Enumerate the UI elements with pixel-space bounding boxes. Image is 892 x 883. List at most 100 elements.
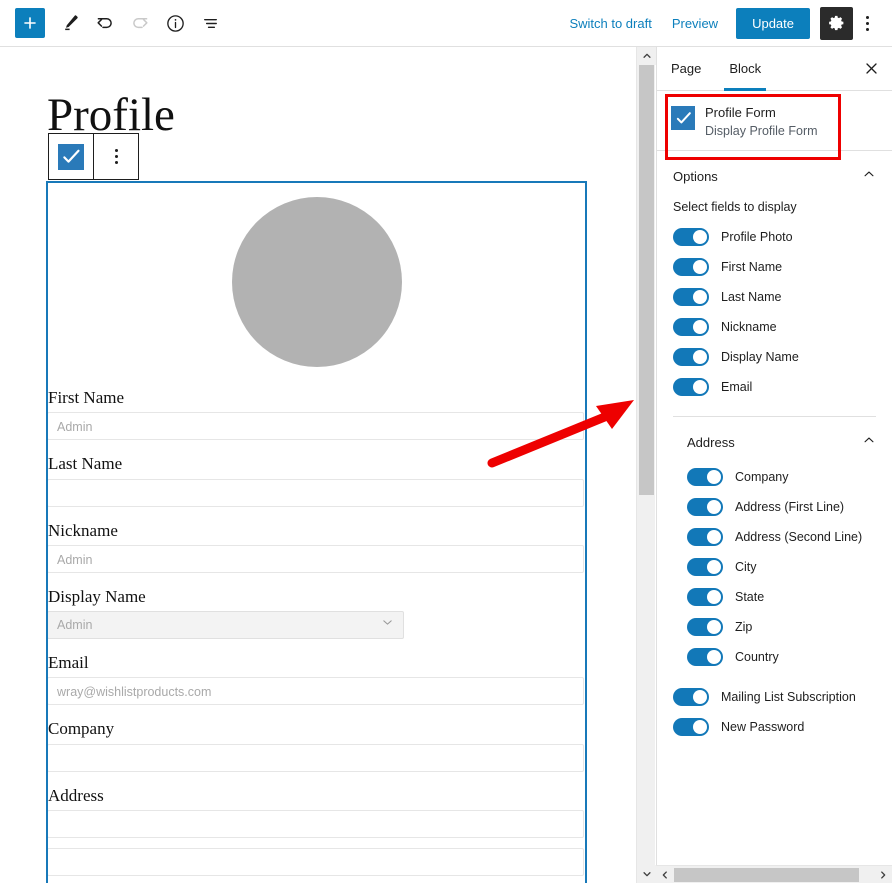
- toggle-address-first-line[interactable]: Address (First Line): [657, 492, 892, 522]
- selected-block-card: Profile Form Display Profile Form: [657, 91, 892, 151]
- toggle-company[interactable]: Company: [657, 462, 892, 492]
- editor-vertical-scrollbar[interactable]: [636, 47, 656, 883]
- toggle-switch[interactable]: [687, 648, 723, 666]
- info-icon[interactable]: [159, 7, 191, 39]
- profile-form-fields: First Name Admin Last Name Nickname Admi…: [48, 387, 585, 876]
- switch-to-draft-button[interactable]: Switch to draft: [559, 10, 661, 37]
- company-input[interactable]: [48, 743, 584, 772]
- scroll-down-icon[interactable]: [637, 865, 656, 883]
- scrollbar-thumb[interactable]: [674, 868, 859, 882]
- editor-window: Switch to draft Preview Update Profile F…: [0, 0, 892, 883]
- profile-photo-placeholder[interactable]: [231, 197, 402, 367]
- field-label: First Name: [48, 388, 125, 407]
- toggle-switch[interactable]: [673, 258, 709, 276]
- address-panel-header[interactable]: Address: [657, 417, 892, 462]
- edit-pencil-icon[interactable]: [54, 7, 86, 39]
- tab-block[interactable]: Block: [715, 47, 775, 91]
- toggle-label: Zip: [735, 620, 753, 634]
- toggle-switch[interactable]: [687, 558, 723, 576]
- field-label: Nickname: [48, 520, 118, 540]
- toggle-switch[interactable]: [687, 498, 723, 516]
- address-second-line-input[interactable]: [48, 847, 584, 876]
- close-icon[interactable]: [856, 54, 886, 84]
- toggle-label: Email: [721, 380, 753, 394]
- update-button[interactable]: Update: [736, 7, 810, 39]
- wishlist-check-icon: [671, 106, 695, 130]
- toggle-first-name[interactable]: First Name: [657, 252, 892, 282]
- toggle-state[interactable]: State: [657, 582, 892, 612]
- toggle-display-name[interactable]: Display Name: [657, 342, 892, 372]
- add-block-icon[interactable]: [15, 8, 45, 38]
- preview-button[interactable]: Preview: [662, 10, 728, 37]
- toggle-nickname[interactable]: Nickname: [657, 312, 892, 342]
- wishlist-check-icon[interactable]: [49, 134, 93, 179]
- undo-icon[interactable]: [89, 7, 121, 39]
- toolbar-right-group: Switch to draft Preview Update: [559, 6, 892, 40]
- chevron-up-icon[interactable]: [862, 167, 876, 186]
- toggle-address-second-line[interactable]: Address (Second Line): [657, 522, 892, 552]
- toggle-label: New Password: [721, 720, 805, 734]
- toggle-mailing-list-subscription[interactable]: Mailing List Subscription: [657, 682, 892, 712]
- toggle-switch[interactable]: [673, 228, 709, 246]
- toggle-switch[interactable]: [673, 288, 709, 306]
- toolbar-left-group: [0, 7, 226, 39]
- scroll-up-icon[interactable]: [637, 47, 656, 65]
- toggle-country[interactable]: Country: [657, 642, 892, 672]
- field-address: Address: [48, 785, 585, 876]
- toggle-switch[interactable]: [687, 468, 723, 486]
- field-display-name: Display Name Admin: [48, 586, 585, 639]
- block-options-kebab-icon[interactable]: [94, 134, 138, 179]
- scroll-right-icon[interactable]: [874, 866, 892, 883]
- sidebar-tabs: Page Block: [657, 47, 892, 91]
- toggle-switch[interactable]: [673, 348, 709, 366]
- panel-title: Options: [673, 169, 718, 184]
- scroll-left-icon[interactable]: [656, 866, 674, 883]
- toggle-last-name[interactable]: Last Name: [657, 282, 892, 312]
- email-input[interactable]: wray@wishlistproducts.com: [48, 677, 584, 706]
- address-first-line-input[interactable]: [48, 809, 584, 838]
- field-label: Display Name: [48, 586, 146, 606]
- field-company: Company: [48, 718, 585, 772]
- nickname-input[interactable]: Admin: [48, 544, 584, 573]
- toggle-city[interactable]: City: [657, 552, 892, 582]
- toggle-label: State: [735, 590, 765, 604]
- toggle-label: Mailing List Subscription: [721, 690, 856, 704]
- toggle-switch[interactable]: [673, 718, 709, 736]
- toggle-label: Address (Second Line): [735, 530, 863, 544]
- toggle-new-password[interactable]: New Password: [657, 712, 892, 742]
- redo-icon[interactable]: [124, 7, 156, 39]
- toggle-switch[interactable]: [673, 688, 709, 706]
- toggle-switch[interactable]: [673, 318, 709, 336]
- toggle-switch[interactable]: [687, 528, 723, 546]
- toggle-zip[interactable]: Zip: [657, 612, 892, 642]
- kebab-menu-icon[interactable]: [853, 7, 881, 40]
- display-name-select[interactable]: Admin: [48, 611, 404, 639]
- toggle-email[interactable]: Email: [657, 372, 892, 402]
- block-card-texts: Profile Form Display Profile Form: [705, 105, 818, 138]
- profile-form-block[interactable]: First Name Admin Last Name Nickname Admi…: [46, 181, 587, 883]
- toggle-label: Country: [735, 650, 779, 664]
- field-email: Email wray@wishlistproducts.com: [48, 652, 585, 706]
- select-fields-label: Select fields to display: [673, 200, 797, 214]
- toggle-switch[interactable]: [687, 618, 723, 636]
- field-label: Email: [48, 653, 89, 672]
- toggle-switch[interactable]: [673, 378, 709, 396]
- toggle-profile-photo[interactable]: Profile Photo: [657, 222, 892, 252]
- toggle-switch[interactable]: [687, 588, 723, 606]
- field-label: Last Name: [48, 454, 123, 474]
- sidebar-horizontal-scrollbar[interactable]: [656, 865, 892, 883]
- gear-icon[interactable]: [820, 6, 853, 40]
- scrollbar-thumb[interactable]: [639, 65, 654, 495]
- chevron-up-icon[interactable]: [862, 433, 876, 452]
- block-floating-toolbar: [48, 133, 139, 180]
- tab-page[interactable]: Page: [657, 47, 715, 90]
- page-title[interactable]: Profile: [47, 92, 175, 139]
- options-panel-header[interactable]: Options: [657, 151, 892, 200]
- panel-title: Address: [687, 435, 735, 450]
- last-name-input[interactable]: [48, 478, 584, 507]
- toggle-label: Profile Photo: [721, 230, 793, 244]
- field-nickname: Nickname Admin: [48, 520, 585, 573]
- list-view-icon[interactable]: [194, 7, 226, 39]
- chevron-down-icon: [381, 611, 394, 639]
- first-name-input[interactable]: Admin: [48, 412, 584, 441]
